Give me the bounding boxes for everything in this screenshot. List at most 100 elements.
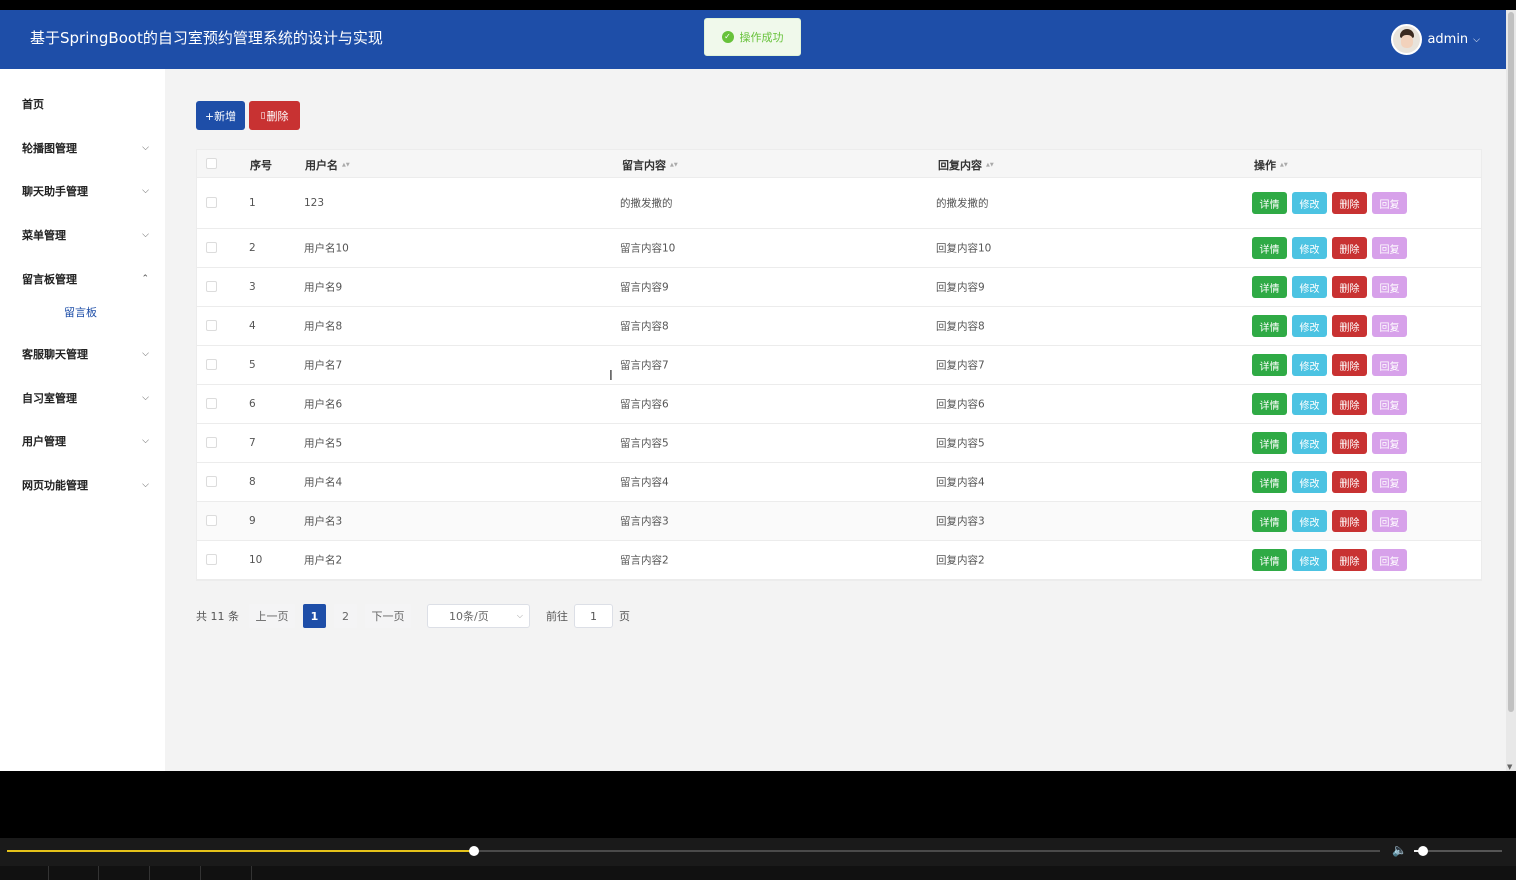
- sidebar-item-web-functions[interactable]: 网页功能管理 ⌵: [0, 471, 165, 499]
- control-slot[interactable]: [152, 866, 201, 880]
- seek-bar[interactable]: [7, 846, 1380, 856]
- volume-handle[interactable]: [1417, 846, 1428, 856]
- scroll-down-icon[interactable]: ▼: [1507, 763, 1512, 771]
- edit-button[interactable]: 修改: [1292, 432, 1327, 454]
- volume-slider[interactable]: [1414, 846, 1502, 856]
- row-checkbox[interactable]: [206, 320, 217, 331]
- select-all-checkbox[interactable]: [206, 157, 217, 169]
- sidebar-item-customer-service[interactable]: 客服聊天管理 ⌵: [0, 340, 165, 368]
- row-checkbox[interactable]: [206, 515, 217, 526]
- edit-button[interactable]: 修改: [1292, 276, 1327, 298]
- sidebar-item-messageboard[interactable]: 留言板管理 ⌃: [0, 265, 165, 293]
- cell-reply: 回复内容3: [936, 515, 985, 528]
- next-page-button[interactable]: 下一页: [365, 604, 411, 628]
- edit-button[interactable]: 修改: [1292, 393, 1327, 415]
- sort-icon: ▲▼: [986, 161, 994, 168]
- cell-username: 用户名9: [304, 281, 343, 294]
- sidebar-item-menu[interactable]: 菜单管理 ⌵: [0, 221, 165, 249]
- page-button-2[interactable]: 2: [334, 604, 357, 628]
- detail-button[interactable]: 详情: [1252, 315, 1287, 337]
- row-checkbox[interactable]: [206, 476, 217, 487]
- row-checkbox[interactable]: [206, 398, 217, 409]
- edit-button[interactable]: 修改: [1292, 510, 1327, 532]
- row-checkbox[interactable]: [206, 359, 217, 370]
- submenu-item-label: 留言板: [64, 306, 97, 319]
- delete-button[interactable]: 删除: [1332, 549, 1367, 571]
- sidebar-item-study-room[interactable]: 自习室管理 ⌵: [0, 384, 165, 412]
- chevron-down-icon: ⌵: [142, 393, 149, 403]
- control-slot[interactable]: [101, 866, 150, 880]
- delete-button[interactable]: 删除: [1332, 471, 1367, 493]
- reply-button[interactable]: 回复: [1372, 315, 1407, 337]
- sidebar-item-chat-assistant[interactable]: 聊天助手管理 ⌵: [0, 177, 165, 205]
- volume-icon[interactable]: 🔈: [1392, 843, 1407, 857]
- sidebar-item-label: 聊天助手管理: [22, 185, 88, 198]
- control-slot[interactable]: [203, 866, 252, 880]
- batch-delete-button[interactable]: ▯ 删除: [249, 101, 300, 130]
- edit-button[interactable]: 修改: [1292, 315, 1327, 337]
- reply-button[interactable]: 回复: [1372, 237, 1407, 259]
- prev-page-button[interactable]: 上一页: [249, 604, 295, 628]
- sidebar-item-users[interactable]: 用户管理 ⌵: [0, 427, 165, 455]
- detail-button[interactable]: 详情: [1252, 192, 1287, 214]
- header-reply[interactable]: 回复内容 ▲▼: [938, 157, 994, 173]
- header-actions[interactable]: 操作 ▲▼: [1254, 157, 1288, 173]
- vertical-scrollbar[interactable]: ▼: [1506, 10, 1516, 771]
- sidebar-item-label: 用户管理: [22, 435, 66, 448]
- edit-button[interactable]: 修改: [1292, 237, 1327, 259]
- sidebar-item-home[interactable]: 首页: [0, 90, 165, 118]
- cell-index: 7: [249, 437, 256, 449]
- reply-button[interactable]: 回复: [1372, 549, 1407, 571]
- reply-button[interactable]: 回复: [1372, 432, 1407, 454]
- edit-button[interactable]: 修改: [1292, 471, 1327, 493]
- delete-button[interactable]: 删除: [1332, 432, 1367, 454]
- reply-button[interactable]: 回复: [1372, 192, 1407, 214]
- sidebar-item-carousel[interactable]: 轮播图管理 ⌵: [0, 134, 165, 162]
- control-slot[interactable]: [0, 866, 49, 880]
- submenu-item-messageboard[interactable]: 留言板: [0, 300, 165, 324]
- delete-button[interactable]: 删除: [1332, 393, 1367, 415]
- row-checkbox[interactable]: [206, 242, 217, 253]
- control-slot[interactable]: [50, 866, 99, 880]
- detail-button[interactable]: 详情: [1252, 354, 1287, 376]
- add-button[interactable]: +新增: [196, 101, 245, 130]
- delete-button[interactable]: 删除: [1332, 237, 1367, 259]
- goto-page-input[interactable]: 1: [574, 604, 613, 628]
- header-content[interactable]: 留言内容 ▲▼: [622, 157, 678, 173]
- user-menu[interactable]: admin ⌵: [1391, 24, 1480, 55]
- reply-button[interactable]: 回复: [1372, 471, 1407, 493]
- row-actions: 详情 修改 删除 回复: [1252, 276, 1407, 298]
- detail-button[interactable]: 详情: [1252, 471, 1287, 493]
- edit-button[interactable]: 修改: [1292, 192, 1327, 214]
- cell-index: 10: [249, 554, 263, 566]
- detail-button[interactable]: 详情: [1252, 549, 1287, 571]
- reply-button[interactable]: 回复: [1372, 276, 1407, 298]
- row-checkbox[interactable]: [206, 197, 217, 208]
- edit-button[interactable]: 修改: [1292, 354, 1327, 376]
- reply-button[interactable]: 回复: [1372, 354, 1407, 376]
- row-checkbox[interactable]: [206, 281, 217, 292]
- delete-button[interactable]: 删除: [1332, 276, 1367, 298]
- reply-button[interactable]: 回复: [1372, 393, 1407, 415]
- cell-reply: 回复内容5: [936, 437, 985, 450]
- seek-handle[interactable]: [468, 846, 479, 856]
- scrollbar-thumb[interactable]: [1508, 12, 1514, 712]
- row-checkbox[interactable]: [206, 437, 217, 448]
- delete-button[interactable]: 删除: [1332, 192, 1367, 214]
- delete-button[interactable]: 删除: [1332, 315, 1367, 337]
- detail-button[interactable]: 详情: [1252, 276, 1287, 298]
- detail-button[interactable]: 详情: [1252, 237, 1287, 259]
- sidebar-item-label: 菜单管理: [22, 229, 66, 242]
- page-size-select[interactable]: 10条/页 ⌵: [427, 604, 530, 628]
- row-checkbox[interactable]: [206, 554, 217, 565]
- delete-button[interactable]: 删除: [1332, 354, 1367, 376]
- edit-button[interactable]: 修改: [1292, 549, 1327, 571]
- header-username[interactable]: 用户名 ▲▼: [305, 157, 350, 173]
- reply-button[interactable]: 回复: [1372, 510, 1407, 532]
- sidebar-item-label: 网页功能管理: [22, 479, 88, 492]
- delete-button[interactable]: 删除: [1332, 510, 1367, 532]
- detail-button[interactable]: 详情: [1252, 393, 1287, 415]
- detail-button[interactable]: 详情: [1252, 432, 1287, 454]
- page-button-1[interactable]: 1: [303, 604, 326, 628]
- detail-button[interactable]: 详情: [1252, 510, 1287, 532]
